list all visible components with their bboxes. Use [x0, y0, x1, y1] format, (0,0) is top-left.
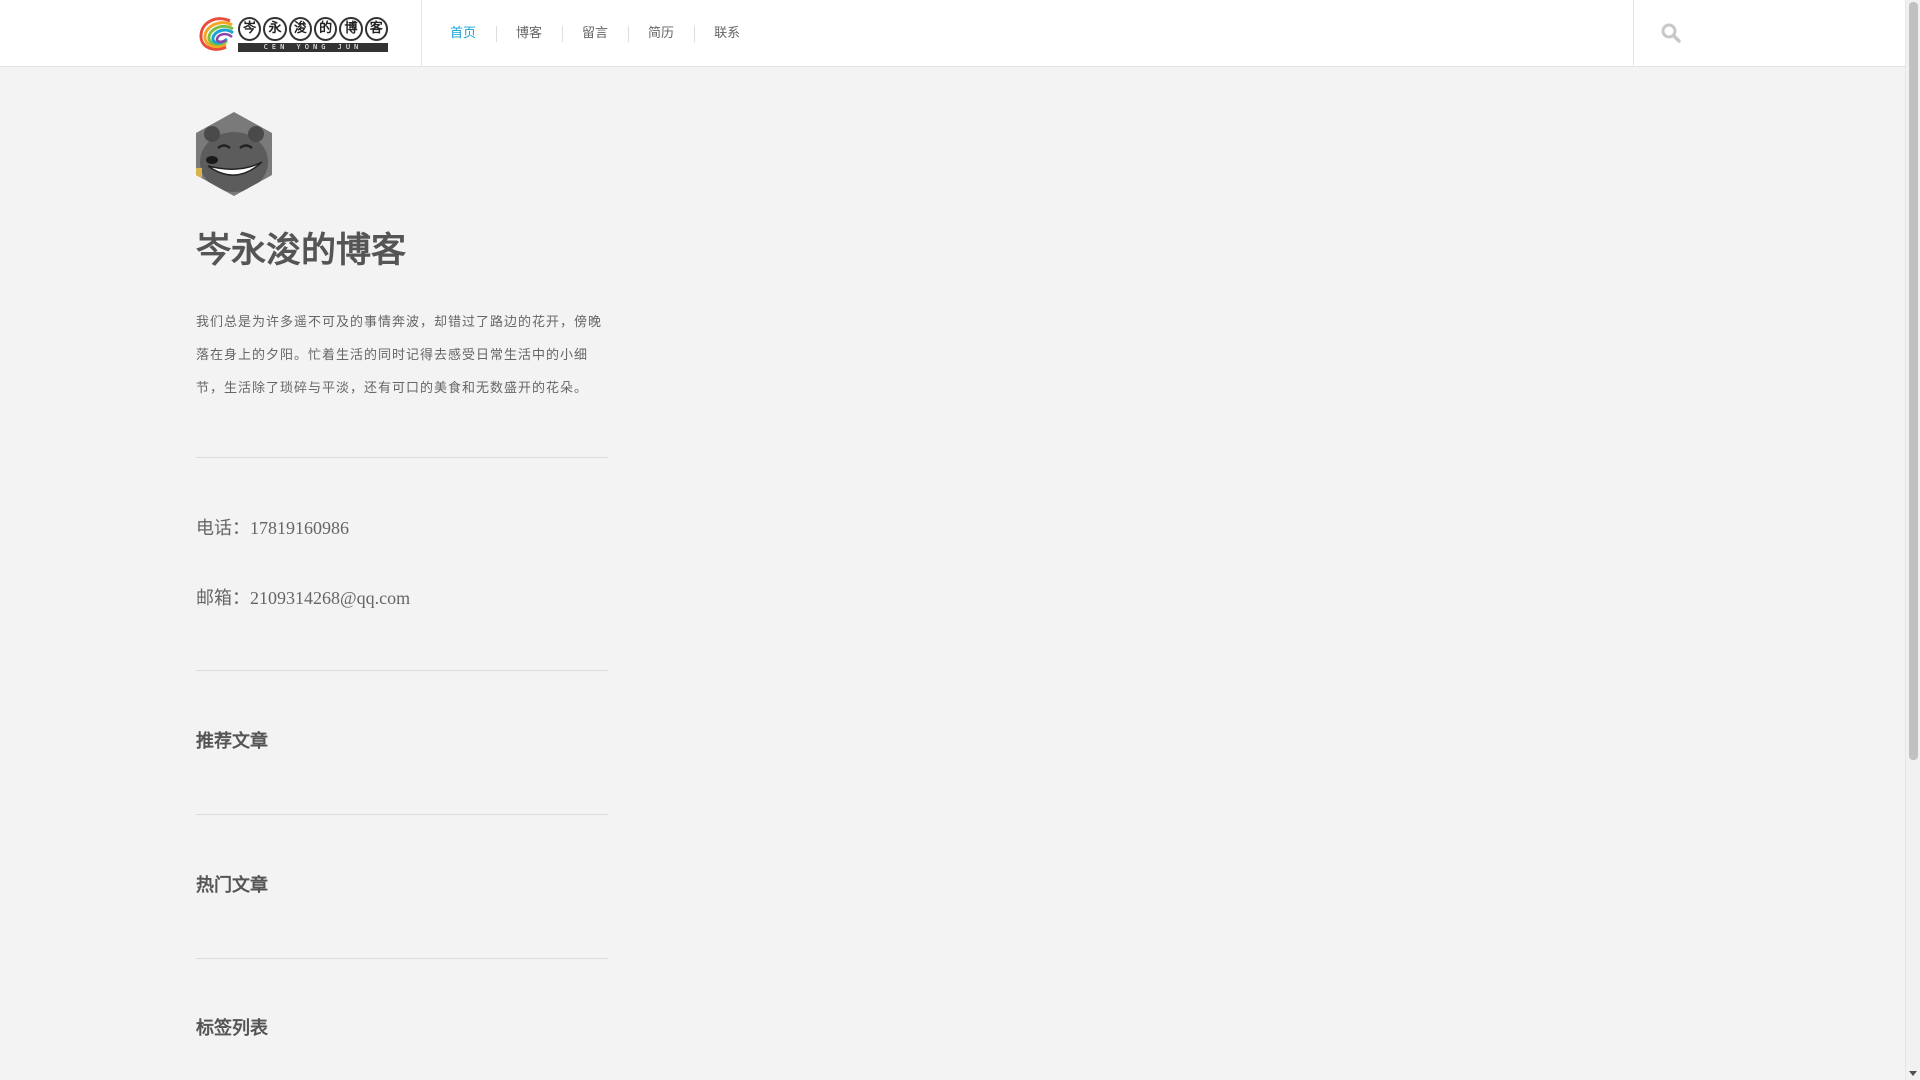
- divider: [196, 457, 608, 458]
- section-title-recommended: 推荐文章: [196, 731, 268, 752]
- blog-description: 我们总是为许多遥不可及的事情奔波，却错过了路边的花开，傍晚落在身上的夕阳。忙着生…: [196, 315, 603, 396]
- logo-char: 客: [364, 16, 388, 41]
- profile-sidebar: 岑永浚的博客 我们总是为许多遥不可及的事情奔波，却错过了路边的花开，傍晚落在身上…: [196, 112, 608, 1041]
- site-logo[interactable]: 岑 永 浚 的 博 客 CEN YONG JUN: [196, 12, 388, 56]
- scrollbar-thumb[interactable]: [1909, 2, 1918, 760]
- header-divider: [421, 0, 422, 67]
- nav-item-resume[interactable]: 简历: [628, 25, 694, 43]
- logo-name: 岑 永 浚 的 博 客: [238, 16, 388, 41]
- logo-swirl-icon: [199, 17, 234, 51]
- divider: [196, 814, 608, 815]
- logo-char: 岑: [238, 16, 262, 41]
- email-value: 2109314268@qq.com: [250, 588, 411, 608]
- nav-item-blog[interactable]: 博客: [496, 25, 562, 43]
- nav-item-contact[interactable]: 联系: [694, 25, 760, 43]
- blog-title: 岑永浚的博客: [196, 231, 407, 271]
- contact-email: 邮箱：2109314268@qq.com: [196, 586, 608, 610]
- avatar[interactable]: [196, 112, 272, 196]
- header-divider: [1633, 0, 1634, 67]
- page-scrollbar[interactable]: [1905, 0, 1920, 1080]
- main-nav: 首页 博客 留言 简历 联系: [430, 0, 760, 67]
- scroll-down-arrow-icon[interactable]: [1909, 1071, 1917, 1076]
- logo-text: 岑 永 浚 的 博 客 CEN YONG JUN: [238, 14, 388, 54]
- logo-char: 永: [263, 16, 287, 41]
- logo-char: 的: [313, 16, 338, 41]
- email-label: 邮箱：: [196, 588, 250, 608]
- phone-label: 电话：: [196, 518, 250, 538]
- contact-phone: 电话：17819160986: [196, 516, 608, 540]
- section-title-popular: 热门文章: [196, 875, 268, 896]
- divider: [196, 958, 608, 959]
- nav-item-guestbook[interactable]: 留言: [562, 25, 628, 43]
- search-icon[interactable]: [1659, 21, 1683, 45]
- phone-value: 17819160986: [250, 518, 349, 538]
- logo-char: 博: [339, 16, 363, 41]
- section-title-tags: 标签列表: [196, 1018, 268, 1039]
- top-header: 岑 永 浚 的 博 客 CEN YONG JUN 首页 博客 留言 简历 联系: [0, 0, 1905, 67]
- logo-subtitle: CEN YONG JUN: [238, 42, 388, 52]
- divider: [196, 670, 608, 671]
- logo-char: 浚: [288, 16, 312, 41]
- nav-item-home[interactable]: 首页: [430, 25, 496, 43]
